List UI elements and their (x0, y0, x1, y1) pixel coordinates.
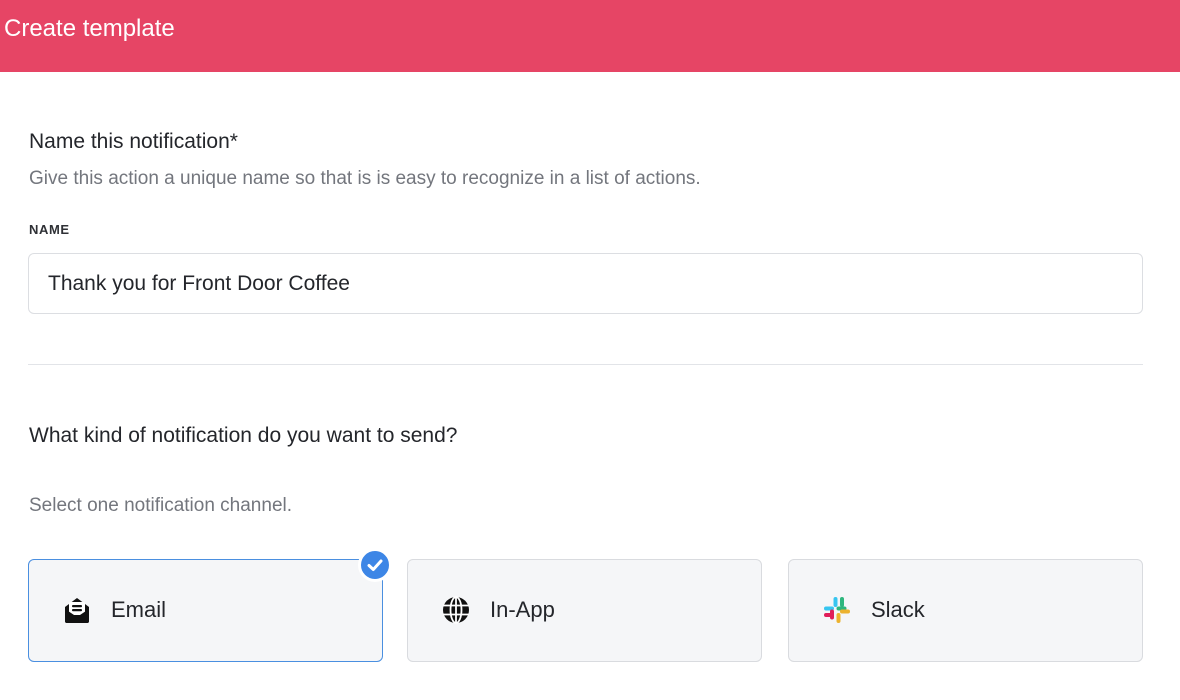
name-section-title: Name this notification* (29, 130, 238, 153)
channel-label-in-app: In-App (490, 597, 555, 622)
globe-icon (443, 596, 469, 624)
channel-option-slack[interactable]: Slack (788, 559, 1143, 662)
channel-option-in-app[interactable]: In-App (407, 559, 762, 662)
slack-icon (824, 597, 850, 623)
email-envelope-icon (65, 598, 89, 623)
selected-check-icon (358, 548, 392, 582)
channel-section-description: Select one notification channel. (29, 495, 293, 516)
section-divider (28, 364, 1143, 365)
channel-label-slack: Slack (871, 597, 925, 622)
name-section-description: Give this action a unique name so that i… (29, 168, 701, 189)
channel-option-email[interactable]: Email (28, 559, 383, 662)
channel-section-title: What kind of notification do you want to… (29, 424, 458, 447)
name-input[interactable] (28, 253, 1143, 314)
header-bar: Create template (0, 0, 1180, 72)
channel-label-email: Email (111, 597, 167, 622)
name-field-label: NAME (29, 222, 70, 237)
page-title: Create template (4, 15, 175, 42)
